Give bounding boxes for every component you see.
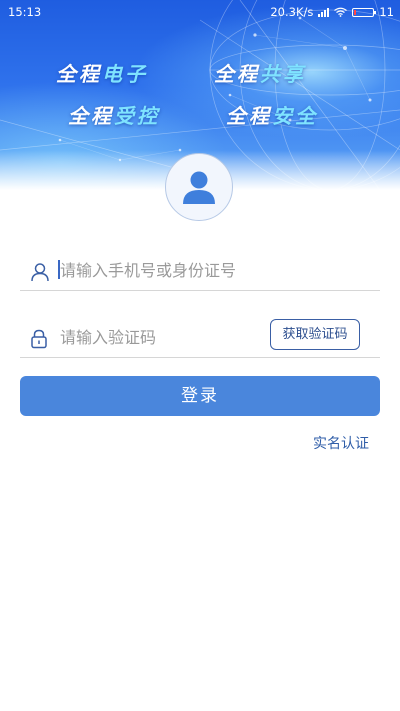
avatar	[165, 153, 233, 221]
realname-auth-link[interactable]: 实名认证	[313, 433, 369, 453]
phone-id-field	[20, 250, 380, 291]
login-button[interactable]: 登录	[20, 376, 380, 416]
slogan-4: 全程安全	[226, 104, 318, 128]
verification-code-input[interactable]	[60, 325, 260, 349]
get-code-button[interactable]: 获取验证码	[270, 319, 360, 350]
user-avatar-icon	[183, 171, 215, 204]
slogan-2: 全程共享	[214, 62, 306, 86]
signal-icon	[318, 7, 330, 17]
network-speed: 20.3K/s	[270, 5, 314, 19]
battery-percent: 11	[379, 5, 394, 19]
phone-id-input[interactable]	[60, 258, 360, 282]
lock-icon	[31, 329, 47, 349]
battery-icon	[352, 7, 377, 17]
status-time: 15:13	[8, 5, 42, 19]
wifi-icon	[334, 7, 348, 17]
status-bar: 15:13 20.3K/s 11	[0, 0, 400, 24]
slogan-3: 全程受控	[68, 104, 160, 128]
verification-code-field: 获取验证码	[20, 317, 380, 358]
user-icon	[31, 263, 49, 282]
slogan-1: 全程电子	[56, 62, 148, 86]
